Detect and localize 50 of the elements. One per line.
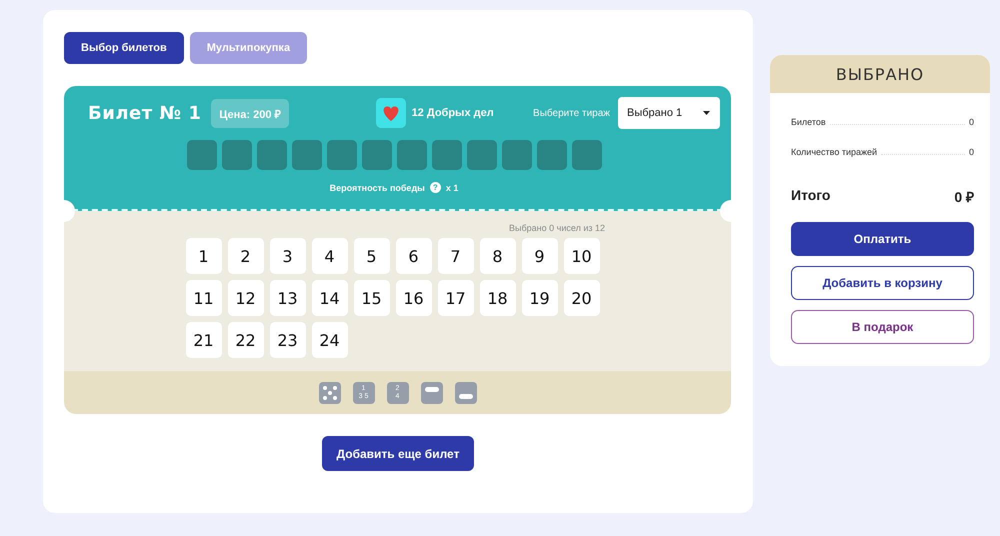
number-button[interactable]: 7 xyxy=(438,238,474,274)
summary-label: Количество тиражей xyxy=(791,147,878,157)
win-chance-label: Вероятность победы xyxy=(330,182,425,192)
number-button[interactable]: 18 xyxy=(480,280,516,316)
number-button[interactable]: 16 xyxy=(396,280,432,316)
number-button[interactable]: 9 xyxy=(522,238,558,274)
ticket-title: Билет № 1 xyxy=(88,102,202,124)
number-button[interactable]: 15 xyxy=(354,280,390,316)
number-button[interactable]: 12 xyxy=(228,280,264,316)
random-dice-button[interactable] xyxy=(318,382,340,404)
price-badge: Цена: 200 ₽ xyxy=(211,98,289,128)
summary-value: 0 xyxy=(968,117,974,127)
add-ticket-button[interactable]: Добавить еще билет xyxy=(322,436,474,471)
number-button[interactable]: 17 xyxy=(438,280,474,316)
top-bar-icon xyxy=(424,386,438,392)
number-button[interactable]: 13 xyxy=(270,280,306,316)
summary-title: ВЫБРАНО xyxy=(770,55,990,93)
number-button[interactable]: 19 xyxy=(522,280,558,316)
number-button[interactable]: 2 xyxy=(228,238,264,274)
gift-button[interactable]: В подарок xyxy=(791,310,974,344)
total-value: 0 ₽ xyxy=(954,188,974,206)
number-button[interactable]: 21 xyxy=(186,322,222,358)
caret-icon xyxy=(703,111,710,115)
number-button[interactable]: 6 xyxy=(396,238,432,274)
total-label: Итого xyxy=(791,187,830,205)
number-button[interactable]: 3 xyxy=(270,238,306,274)
number-button[interactable]: 24 xyxy=(312,322,348,358)
number-button[interactable]: 1 xyxy=(186,238,222,274)
bottom-bar-icon xyxy=(458,394,472,398)
number-button[interactable]: 22 xyxy=(228,322,264,358)
number-button[interactable]: 10 xyxy=(564,238,600,274)
summary-value: 0 xyxy=(968,147,974,157)
number-button[interactable]: 14 xyxy=(312,280,348,316)
summary-label: Билетов xyxy=(791,117,826,127)
picked-count: Выбрано 0 чисел из 12 xyxy=(509,223,605,233)
add-to-cart-button[interactable]: Добавить в корзину xyxy=(791,266,974,300)
tab[interactable]: Выбор билетов xyxy=(64,32,184,64)
number-button[interactable]: 8 xyxy=(480,238,516,274)
bottom-bar-button[interactable] xyxy=(454,382,476,404)
number-button[interactable]: 5 xyxy=(354,238,390,274)
top-bar-button[interactable] xyxy=(420,382,442,404)
number-button[interactable]: 4 xyxy=(312,238,348,274)
win-chance-value: x 1 xyxy=(446,182,458,192)
number-button[interactable]: 11 xyxy=(186,280,222,316)
number-button[interactable]: 23 xyxy=(270,322,306,358)
number-button[interactable]: 20 xyxy=(564,280,600,316)
draw-select[interactable]: Выбрано 1 xyxy=(618,97,720,129)
draw-label: Выберите тираж xyxy=(533,108,610,118)
pay-button[interactable]: Оплатить xyxy=(791,222,974,256)
charity-label: 12 Добрых дел xyxy=(412,107,494,119)
